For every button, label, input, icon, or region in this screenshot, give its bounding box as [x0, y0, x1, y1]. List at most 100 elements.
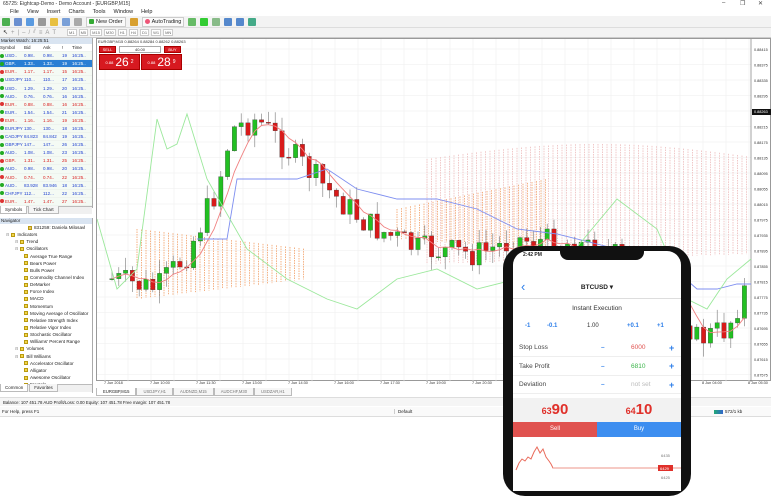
expand-icon[interactable]: ⊟ [15, 346, 18, 351]
timeframe-h4[interactable]: H4 [128, 29, 138, 36]
navigator-item[interactable]: Relative Vigor Index [0, 324, 92, 331]
data-window-icon[interactable] [38, 17, 46, 26]
tab-symbols[interactable]: Symbols [0, 205, 28, 214]
symbol-row[interactable]: GBPJPY 147... 147... 26 16:25.. [0, 141, 92, 150]
timeframe-m30[interactable]: M30 [103, 29, 116, 36]
menu-window[interactable]: Window [114, 9, 134, 15]
navigator-item[interactable]: Bears Power [0, 260, 92, 267]
label-icon[interactable]: T [52, 30, 56, 36]
chart-tab[interactable]: USDJPY,H1 [136, 388, 173, 396]
decrement-button[interactable]: – [601, 381, 605, 388]
timeframe-w1[interactable]: W1 [151, 29, 162, 36]
symbol-row[interactable]: EUR.. 1.54.. 1.54.. 21 16:25.. [0, 108, 92, 117]
timeframe-m15[interactable]: M15 [90, 29, 102, 36]
account-item[interactable]: 831259: Daniela Milosavl [0, 224, 92, 231]
tab-favorites[interactable]: Favorites [29, 384, 58, 392]
symbol-row[interactable]: AUD.. 0.74.. 0.74.. 22 16:25.. [0, 173, 92, 182]
menu-charts[interactable]: Charts [68, 9, 84, 15]
navigator-item[interactable]: ⊟ Indicators [0, 231, 92, 238]
symbol-row[interactable]: EUR.. 0.88.. 0.88.. 16 16:25.. [0, 100, 92, 109]
zoom-in-icon[interactable] [224, 17, 233, 26]
bar-chart-icon[interactable] [188, 17, 197, 26]
symbol-row[interactable]: EUR.. 1.16.. 1.16.. 19 16:25.. [0, 116, 92, 125]
symbol-row[interactable]: EUR.. 1.47.. 1.47.. 27 16:25.. [0, 197, 92, 206]
volume-step-button[interactable]: +0.1 [627, 323, 639, 329]
menu-view[interactable]: View [27, 9, 39, 15]
sell-price[interactable]: 0.88 26 2 [99, 54, 140, 70]
text-icon[interactable]: A [45, 30, 49, 36]
menu-tools[interactable]: Tools [93, 9, 106, 15]
strategy-tester-icon[interactable] [74, 17, 82, 26]
navigator-item[interactable]: DeMarker [0, 281, 92, 288]
increment-button[interactable]: + [669, 380, 674, 390]
symbol-row[interactable]: EUR.. 1.17.. 1.17.. 15 16:25.. [0, 68, 92, 77]
volume-step-button[interactable]: +1 [657, 323, 664, 329]
expand-icon[interactable]: ⊟ [15, 246, 18, 251]
crosshair-icon[interactable]: + [11, 30, 15, 36]
navigator-item[interactable]: ⊟ Volumes [0, 345, 92, 352]
navigator-item[interactable]: Accelerator Oscillator [0, 360, 92, 367]
navigator-item[interactable]: Relative Strength Index [0, 317, 92, 324]
navigator-item[interactable]: Alligator [0, 367, 92, 374]
timeframe-h1[interactable]: H1 [117, 29, 127, 36]
volume-step-button[interactable]: -0.1 [547, 323, 557, 329]
symbol-row[interactable]: CHFJPY 112... 112... 22 16:25.. [0, 189, 92, 198]
navigator-item[interactable]: Williams' Percent Range [0, 338, 92, 345]
navigator-item[interactable]: Momentum [0, 303, 92, 310]
column-header[interactable]: Time [72, 45, 90, 50]
metaeditor-icon[interactable] [129, 17, 138, 26]
expand-icon[interactable]: ⊟ [15, 354, 18, 359]
symbol-row[interactable]: AUD.. 83.928 83.946 18 16:25.. [0, 181, 92, 190]
symbol-row[interactable]: AUD.. 1.08.. 1.08.. 23 16:25.. [0, 149, 92, 158]
symbol-row[interactable]: USDJPY 110... 110... 17 16:25.. [0, 76, 92, 85]
navigator-item[interactable]: Bulls Power [0, 267, 92, 274]
symbol-row[interactable]: CADJPY 84.823 84.842 19 16:25.. [0, 133, 92, 142]
column-header[interactable]: Bid [24, 45, 43, 50]
symbol-row[interactable]: GBP.. 1.31.. 1.31.. 25 16:25.. [0, 157, 92, 166]
new-chart-icon[interactable] [2, 17, 10, 26]
candlestick-icon[interactable] [200, 17, 209, 26]
navigator-item[interactable]: MACD [0, 295, 92, 302]
autotrading-button[interactable]: AutoTrading [141, 16, 185, 27]
chart-tab[interactable]: EURGBP,M15 [96, 388, 137, 396]
zoom-out-icon[interactable] [236, 17, 245, 26]
navigator-icon[interactable] [50, 17, 58, 26]
param-value[interactable]: 6000 [631, 344, 645, 351]
phone-sell-button[interactable]: Sell [513, 422, 597, 437]
timeframe-m1[interactable]: M1 [67, 29, 77, 36]
navigator-item[interactable]: Average True Range [0, 253, 92, 260]
timeframe-d1[interactable]: D1 [139, 29, 150, 36]
terminal-icon[interactable] [62, 17, 70, 26]
phone-buy-button[interactable]: Buy [597, 422, 681, 437]
expand-icon[interactable]: ⊟ [15, 239, 18, 244]
chart-tab[interactable]: AUDNZD,M15 [172, 388, 214, 396]
volume-step-button[interactable]: -1 [525, 323, 530, 329]
increment-button[interactable]: + [669, 361, 674, 371]
minimize-button[interactable]: – [722, 0, 725, 6]
close-button[interactable]: ✕ [758, 0, 763, 7]
market-watch-icon[interactable] [26, 17, 34, 26]
param-value[interactable]: 6810 [631, 363, 645, 370]
symbol-row[interactable]: EURJPY 130... 130... 18 16:25.. [0, 124, 92, 134]
navigator-item[interactable]: ⊟ Oscillators [0, 245, 92, 252]
symbol-row[interactable]: AUD.. 0.98.. 0.98.. 20 16:25.. [0, 165, 92, 174]
decrement-button[interactable]: – [601, 363, 605, 370]
navigator-item[interactable]: Awesome Oscillator [0, 374, 92, 381]
symbol-row[interactable]: USD.. 0.98.. 0.98.. 19 16:25.. [0, 52, 92, 61]
menu-help[interactable]: Help [141, 9, 152, 15]
maximize-button[interactable]: ❐ [740, 0, 745, 7]
increment-button[interactable]: + [669, 343, 674, 353]
tab-tick-chart[interactable]: Tick Chart [28, 205, 59, 214]
chart-tab[interactable]: USDZAR,H1 [254, 388, 292, 396]
new-order-button[interactable]: New Order [86, 16, 126, 27]
symbol-row[interactable]: GBP.. 1.33.. 1.33.. 19 16:25.. [0, 60, 92, 69]
column-header[interactable]: Symbol [0, 45, 24, 50]
timeframe-mn[interactable]: MN [163, 29, 174, 36]
execution-mode[interactable]: Instant Execution [513, 305, 681, 312]
timeframe-m5[interactable]: M5 [78, 29, 89, 36]
trendline-icon[interactable]: / [28, 30, 30, 36]
param-value[interactable]: not set [631, 381, 651, 388]
menu-insert[interactable]: Insert [47, 9, 61, 15]
buy-button[interactable]: BUY [164, 46, 181, 53]
vertical-line-icon[interactable]: | [18, 30, 20, 36]
